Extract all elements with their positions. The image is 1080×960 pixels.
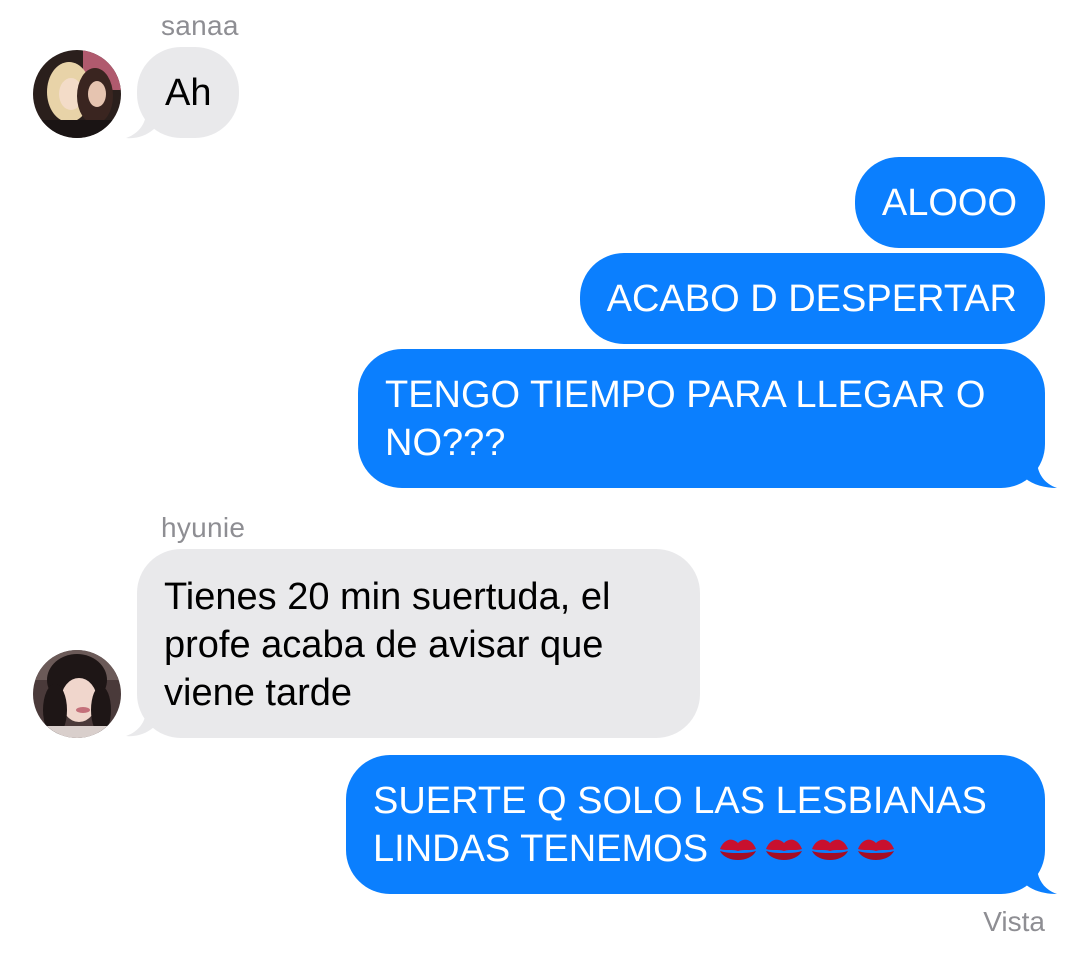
message-bubble-outgoing[interactable]: SUERTE Q SOLO LAS LESBIANAS LINDAS TENEM… [346, 755, 1045, 894]
message-bubble-outgoing[interactable]: ALOOO [854, 157, 1045, 248]
message-text: Ah [165, 72, 212, 114]
kiss-mark-emoji [858, 839, 895, 860]
message-bubble-outgoing[interactable]: ACABO D DESPERTAR [579, 253, 1045, 344]
message-bubble-outgoing[interactable]: TENGO TIEMPO PARA LLEGAR O NO??? [358, 349, 1045, 488]
bubble-tail-incoming [126, 710, 154, 737]
bubble-tail-incoming [126, 112, 154, 139]
message-text: LINDAS TENEMOS [373, 828, 709, 870]
bubble-tail-outgoing [1025, 866, 1057, 894]
message-text-line: viene tarde [164, 672, 353, 714]
message-text-line: LINDAS TENEMOS [373, 825, 1017, 873]
sender-name-hyunie: hyunie [161, 512, 246, 543]
message-text: ACABO D DESPERTAR [606, 278, 1017, 320]
message-text-line: NO??? [385, 422, 506, 464]
kiss-mark-emoji [812, 839, 849, 860]
message-text: ALOOO [881, 182, 1017, 224]
kiss-mark-emoji [766, 839, 803, 860]
avatar-hyunie[interactable] [33, 650, 121, 738]
message-text-line: Tienes 20 min suertuda, el [164, 576, 611, 618]
avatar-sanaa[interactable] [33, 50, 121, 138]
message-text-line: TENGO TIEMPO PARA LLEGAR O [385, 374, 986, 416]
read-receipt: Vista [983, 906, 1045, 937]
message-bubble-incoming[interactable]: Tienes 20 min suertuda, el profe acaba d… [137, 549, 700, 738]
kiss-mark-emoji [720, 839, 757, 860]
message-text-line: SUERTE Q SOLO LAS LESBIANAS [373, 780, 987, 822]
bubble-tail-outgoing [1025, 460, 1057, 488]
message-text-line: profe acaba de avisar que [164, 624, 604, 666]
sender-name-sanaa: sanaa [161, 10, 239, 41]
